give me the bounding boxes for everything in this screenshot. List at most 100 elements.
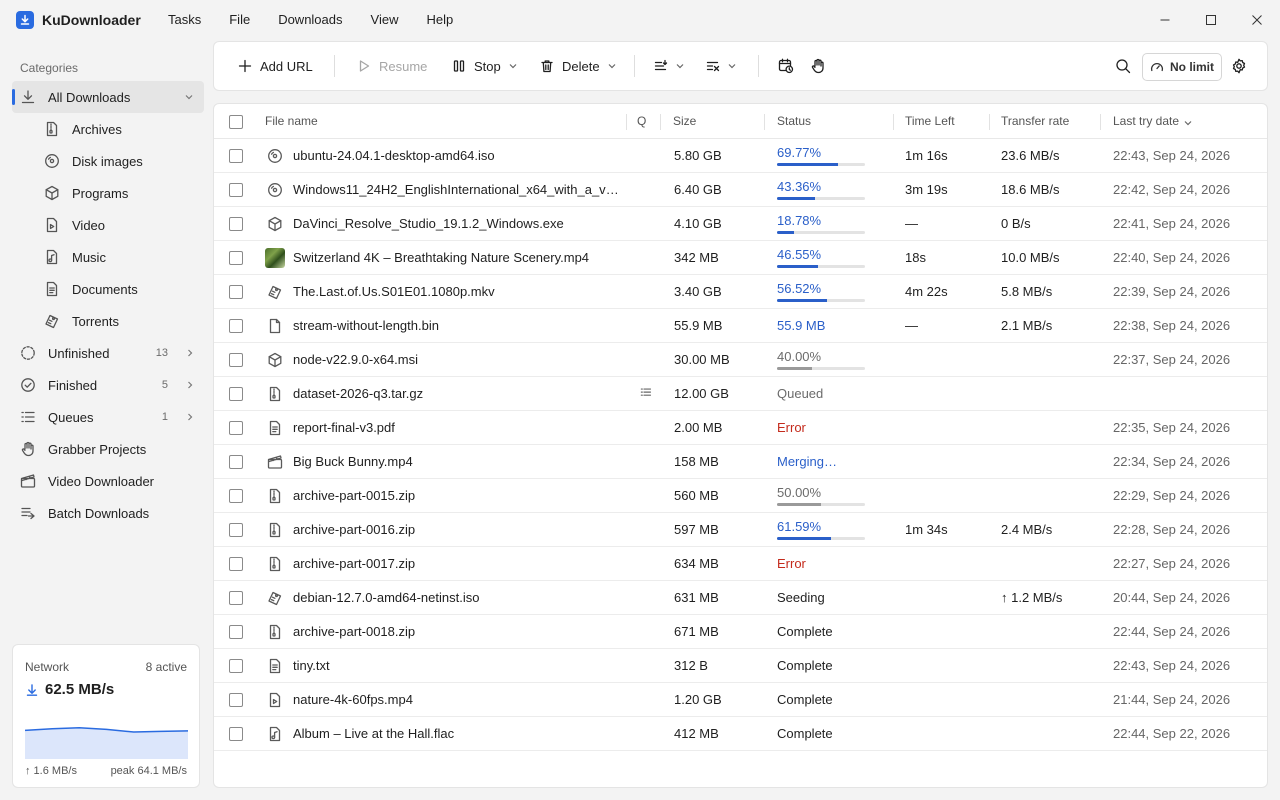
row-checkbox[interactable] xyxy=(229,149,243,163)
progress-bar xyxy=(777,197,865,200)
column-status[interactable]: Status xyxy=(777,104,811,139)
last-try-date: 22:39, Sep 24, 2026 xyxy=(1113,284,1231,299)
torrent-icon xyxy=(266,283,284,301)
column-divider[interactable] xyxy=(660,114,661,130)
sidebar-item-unfinished[interactable]: Unfinished 13 xyxy=(12,337,204,369)
scheduler-button[interactable] xyxy=(778,42,794,90)
menu-help[interactable]: Help xyxy=(412,0,467,40)
file-size: 2.00 MB xyxy=(674,420,723,435)
sidebar-item-queues[interactable]: Queues 1 xyxy=(12,401,204,433)
sort-button[interactable] xyxy=(654,42,684,90)
column-transfer-rate[interactable]: Transfer rate xyxy=(1001,104,1069,139)
row-checkbox[interactable] xyxy=(229,183,243,197)
sort-descending-icon xyxy=(1184,121,1192,126)
status-text: 43.36% xyxy=(777,179,822,194)
last-try-date: 22:34, Sep 24, 2026 xyxy=(1113,454,1231,469)
row-checkbox[interactable] xyxy=(229,353,243,367)
stop-button[interactable]: Stop xyxy=(452,42,517,90)
chevron-right-icon[interactable] xyxy=(186,413,194,421)
chevron-right-icon[interactable] xyxy=(186,381,194,389)
table-row[interactable]: report-final-v3.pdf 2.00 MB Error 22:35, Se… xyxy=(214,411,1267,445)
resume-button[interactable]: Resume xyxy=(357,42,427,90)
speed-limit-button[interactable]: No limit xyxy=(1142,53,1222,81)
sidebar-item-video-downloader[interactable]: Video Downloader xyxy=(12,465,204,497)
menu-tasks[interactable]: Tasks xyxy=(154,0,215,40)
row-checkbox[interactable] xyxy=(229,217,243,231)
row-checkbox[interactable] xyxy=(229,251,243,265)
row-checkbox[interactable] xyxy=(229,727,243,741)
column-divider[interactable] xyxy=(626,114,627,130)
row-checkbox[interactable] xyxy=(229,285,243,299)
table-row[interactable]: nature-4k-60fps.mp4 1.20 GB Complete 21:44,… xyxy=(214,683,1267,717)
table-row[interactable]: archive-part-0016.zip 597 MB 61.59% 1m 34s 2… xyxy=(214,513,1267,547)
table-row[interactable]: debian-12.7.0-amd64-netinst.iso 631 MB See… xyxy=(214,581,1267,615)
table-row[interactable]: archive-part-0017.zip 634 MB Error 22:27, S… xyxy=(214,547,1267,581)
sidebar-item-grabber-projects[interactable]: Grabber Projects xyxy=(12,433,204,465)
row-checkbox[interactable] xyxy=(229,387,243,401)
select-all-checkbox[interactable] xyxy=(229,115,243,129)
column-file-name[interactable]: File name xyxy=(265,104,318,139)
disc-icon xyxy=(266,147,284,165)
add-url-button[interactable]: Add URL xyxy=(238,42,313,90)
column-divider[interactable] xyxy=(989,114,990,130)
column-divider[interactable] xyxy=(893,114,894,130)
column-queue[interactable]: Q xyxy=(637,104,646,139)
table-row[interactable]: dataset-2026-q3.tar.gz 12.00 GB Queued xyxy=(214,377,1267,411)
delete-button[interactable]: Delete xyxy=(540,42,616,90)
row-checkbox[interactable] xyxy=(229,319,243,333)
table-row[interactable]: DaVinci_Resolve_Studio_19.1.2_Windows.ex… xyxy=(214,207,1267,241)
row-checkbox[interactable] xyxy=(229,659,243,673)
sidebar-item-finished[interactable]: Finished 5 xyxy=(12,369,204,401)
table-row[interactable]: archive-part-0018.zip 671 MB Complete 22:44… xyxy=(214,615,1267,649)
row-checkbox[interactable] xyxy=(229,693,243,707)
sidebar-item-label: Archives xyxy=(72,121,122,137)
menu-downloads[interactable]: Downloads xyxy=(264,0,356,40)
sidebar-item-disk-images[interactable]: Disk images xyxy=(42,145,204,177)
sidebar-item-programs[interactable]: Programs xyxy=(42,177,204,209)
row-checkbox[interactable] xyxy=(229,557,243,571)
menu-view[interactable]: View xyxy=(357,0,413,40)
table-row[interactable]: Switzerland 4K – Breathtaking Nature Sce… xyxy=(214,241,1267,275)
sidebar-item-batch-downloads[interactable]: Batch Downloads xyxy=(12,497,204,529)
table-row[interactable]: Big Buck Bunny.mp4 158 MB Merging… 22:34, S… xyxy=(214,445,1267,479)
row-checkbox[interactable] xyxy=(229,421,243,435)
sidebar-item-documents[interactable]: Documents xyxy=(42,273,204,305)
row-checkbox[interactable] xyxy=(229,625,243,639)
sidebar-item-torrents[interactable]: Torrents xyxy=(42,305,204,337)
grab-hand-icon xyxy=(811,58,824,74)
table-row[interactable]: node-v22.9.0-x64.msi 30.00 MB 40.00% 22:37,… xyxy=(214,343,1267,377)
chevron-down-icon[interactable] xyxy=(184,92,194,102)
column-size[interactable]: Size xyxy=(673,104,696,139)
minimize-button[interactable] xyxy=(1142,0,1188,40)
close-button[interactable] xyxy=(1234,0,1280,40)
row-checkbox[interactable] xyxy=(229,455,243,469)
table-row[interactable]: archive-part-0015.zip 560 MB 50.00% 22:29, … xyxy=(214,479,1267,513)
column-divider[interactable] xyxy=(764,114,765,130)
menu-file[interactable]: File xyxy=(215,0,264,40)
chevron-right-icon[interactable] xyxy=(186,349,194,357)
toolbar-divider xyxy=(758,55,759,77)
row-checkbox[interactable] xyxy=(229,523,243,537)
table-row[interactable]: The.Last.of.Us.S01E01.1080p.mkv 3.40 GB 56… xyxy=(214,275,1267,309)
time-left: 4m 22s xyxy=(905,284,948,299)
search-button[interactable] xyxy=(1115,42,1131,90)
settings-button[interactable] xyxy=(1231,42,1247,90)
sidebar-item-all-downloads[interactable]: All Downloads xyxy=(12,81,204,113)
clear-list-button[interactable] xyxy=(706,42,736,90)
table-row[interactable]: Windows11_24H2_EnglishInternational_x64_… xyxy=(214,173,1267,207)
maximize-button[interactable] xyxy=(1188,0,1234,40)
sidebar-item-music[interactable]: Music xyxy=(42,241,204,273)
sidebar-item-archives[interactable]: Archives xyxy=(42,113,204,145)
package-icon xyxy=(44,185,60,201)
column-time-left[interactable]: Time Left xyxy=(905,104,955,139)
table-row[interactable]: stream-without-length.bin 55.9 MB 55.9 MB —… xyxy=(214,309,1267,343)
row-checkbox[interactable] xyxy=(229,591,243,605)
table-row[interactable]: tiny.txt 312 B Complete 22:43, Sep 24, 2026 xyxy=(214,649,1267,683)
row-checkbox[interactable] xyxy=(229,489,243,503)
table-row[interactable]: Album – Live at the Hall.flac 412 MB Compl… xyxy=(214,717,1267,751)
table-row[interactable]: ubuntu-24.04.1-desktop-amd64.iso 5.80 GB 6… xyxy=(214,139,1267,173)
column-last-try-date[interactable]: Last try date xyxy=(1113,104,1179,139)
column-divider[interactable] xyxy=(1100,114,1101,130)
sidebar-item-video[interactable]: Video xyxy=(42,209,204,241)
grabber-button[interactable] xyxy=(810,42,826,90)
